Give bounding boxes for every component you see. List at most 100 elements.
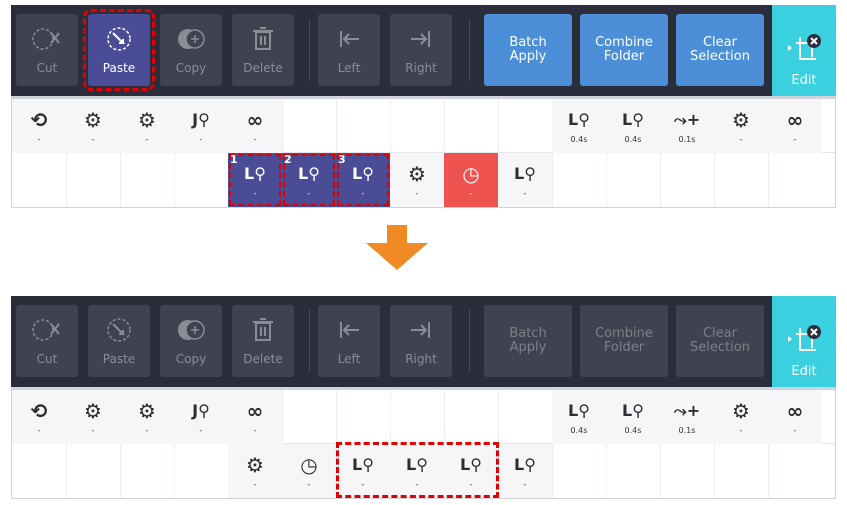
grid-cell[interactable]: L⚲ 0.4s	[552, 99, 606, 153]
grid-cell[interactable]: L⚲ -	[498, 153, 552, 207]
infinity-loop-icon: ∞	[246, 399, 264, 423]
edit-label: Edit	[791, 73, 817, 88]
delete-button[interactable]: Delete	[232, 305, 294, 377]
infinity-loop-icon: ∞	[786, 108, 804, 132]
rotate-icon: ⟲	[30, 108, 48, 132]
location-pin-path-icon: L⚲	[622, 110, 644, 129]
grid-cell[interactable]: ⚙ -	[714, 390, 768, 444]
combine-folder-button[interactable]: Combine Folder	[580, 305, 668, 377]
right-button[interactable]: Right	[390, 14, 452, 86]
grid-cell[interactable]: ⟲ -	[12, 390, 66, 444]
grid-cell[interactable]: ∞ -	[768, 99, 822, 153]
copy-icon	[178, 29, 205, 49]
batch-apply-button[interactable]: Batch Apply	[484, 305, 572, 377]
paste-button[interactable]: Paste	[83, 9, 155, 91]
grid-cell[interactable]: ◷ -	[444, 153, 498, 207]
after-panel: Cut Paste Copy Delete Left Right Batch A…	[11, 296, 836, 499]
right-label: Right	[405, 352, 437, 366]
grid-cell[interactable]: L⚲ -	[498, 444, 552, 498]
clear-selection-button[interactable]: Clear Selection	[676, 305, 764, 377]
grid-cell[interactable]: ∞ -	[228, 390, 282, 444]
left-label: Left	[337, 61, 361, 75]
edit-label: Edit	[791, 364, 817, 379]
before-panel: Cut Paste Copy Delete Left Right Batch A…	[11, 5, 836, 208]
paste-label: Paste	[102, 352, 136, 366]
right-button[interactable]: Right	[390, 305, 452, 377]
arrow-right-bar-icon	[411, 31, 430, 47]
location-pin-path-icon: L⚲	[622, 401, 644, 420]
grid-cell[interactable]: J⚲ -	[174, 99, 228, 153]
grid-cell[interactable]: ⚙ -	[120, 390, 174, 444]
delete-label: Delete	[243, 61, 283, 75]
grid-cell[interactable]: ⚙ -	[66, 390, 120, 444]
copy-button[interactable]: Copy	[160, 305, 222, 377]
grid-cell[interactable]: ⚙ -	[66, 99, 120, 153]
edit-button[interactable]: Edit	[772, 296, 836, 387]
gear-icon: ⚙	[732, 399, 750, 423]
combine-folder-button[interactable]: Combine Folder	[580, 14, 668, 86]
separator	[309, 310, 310, 372]
left-button[interactable]: Left	[318, 305, 380, 377]
grid-cell[interactable]: ⟲ -	[12, 99, 66, 153]
left-button[interactable]: Left	[318, 14, 380, 86]
cell-value: -	[37, 135, 41, 144]
location-pin-path-icon: L⚲	[244, 164, 266, 183]
grid-row-2: 1 L⚲ - 2 L⚲ - 3 L⚲ - ⚙ - ◷ - L⚲ -	[12, 153, 835, 207]
batch-apply-button[interactable]: Batch Apply	[484, 14, 572, 86]
gear-icon: ⚙	[138, 399, 156, 423]
selected-cell[interactable]: 2 L⚲ -	[282, 153, 336, 207]
paste-icon	[107, 27, 131, 51]
grid-cell[interactable]: ∞ -	[768, 390, 822, 444]
paste-button[interactable]: Paste	[88, 305, 150, 377]
cell-value: -	[253, 135, 257, 144]
selected-cell[interactable]: 1 L⚲ -	[228, 153, 282, 207]
paste-icon	[107, 318, 131, 342]
cell-value: 0.4s	[570, 426, 588, 435]
delete-button[interactable]: Delete	[232, 14, 294, 86]
cell-value: -	[739, 135, 743, 144]
crop-edit-icon	[788, 325, 821, 351]
cell-value: 0.1s	[678, 135, 696, 144]
edit-button[interactable]: Edit	[772, 5, 836, 96]
grid-cell[interactable]: L⚲ 0.4s	[606, 390, 660, 444]
grid-cell[interactable]: L⚲ 0.4s	[552, 390, 606, 444]
grid-cell[interactable]: L⚲ 0.4s	[606, 99, 660, 153]
clear-selection-button[interactable]: Clear Selection	[676, 14, 764, 86]
location-pin-path-icon: L⚲	[514, 455, 536, 474]
command-grid: ⟲ - ⚙ - ⚙ - J⚲ - ∞ - L⚲ 0.4s L⚲ 0.4s ⤳+ 0.1s ⚙ - …	[11, 387, 836, 499]
grid-cell[interactable]: J⚲ -	[174, 390, 228, 444]
copy-label: Copy	[175, 61, 207, 75]
separator	[309, 19, 310, 81]
cut-button[interactable]: Cut	[16, 14, 78, 86]
grid-cell[interactable]: ◷ -	[282, 444, 336, 498]
grid-cell[interactable]: ∞ -	[228, 99, 282, 153]
cut-button[interactable]: Cut	[16, 305, 78, 377]
grid-cell[interactable]: ⚙ -	[120, 99, 174, 153]
grid-cell[interactable]: ⚙ -	[228, 444, 282, 498]
copy-label: Copy	[175, 352, 207, 366]
cut-label: Cut	[36, 352, 58, 366]
cell-value: -	[307, 189, 311, 198]
cell-value: 0.4s	[624, 135, 642, 144]
grid-cell[interactable]: ⚙ -	[390, 153, 444, 207]
gear-icon: ⚙	[138, 108, 156, 132]
batch-apply-label: Batch Apply	[509, 326, 547, 355]
trash-icon	[253, 318, 273, 341]
cell-value: -	[739, 426, 743, 435]
grid-cell[interactable]: ⤳+ 0.1s	[660, 99, 714, 153]
copy-button[interactable]: Copy	[160, 14, 222, 86]
cell-value: -	[793, 426, 797, 435]
infinity-loop-icon: ∞	[246, 108, 264, 132]
arrow-left-bar-icon	[340, 31, 359, 47]
selected-cell[interactable]: 3 L⚲ -	[336, 153, 390, 207]
location-pin-path-icon: L⚲	[352, 164, 374, 183]
timer-icon: ◷	[300, 453, 318, 477]
cell-value: -	[253, 426, 257, 435]
grid-cell[interactable]: ⚙ -	[714, 99, 768, 153]
route-add-icon: ⤳+	[673, 110, 701, 129]
arrow-left-bar-icon	[340, 322, 359, 338]
selection-number: 2	[284, 153, 292, 166]
batch-apply-label: Batch Apply	[509, 35, 547, 64]
grid-cell[interactable]: ⤳+ 0.1s	[660, 390, 714, 444]
cell-value: 0.4s	[624, 426, 642, 435]
